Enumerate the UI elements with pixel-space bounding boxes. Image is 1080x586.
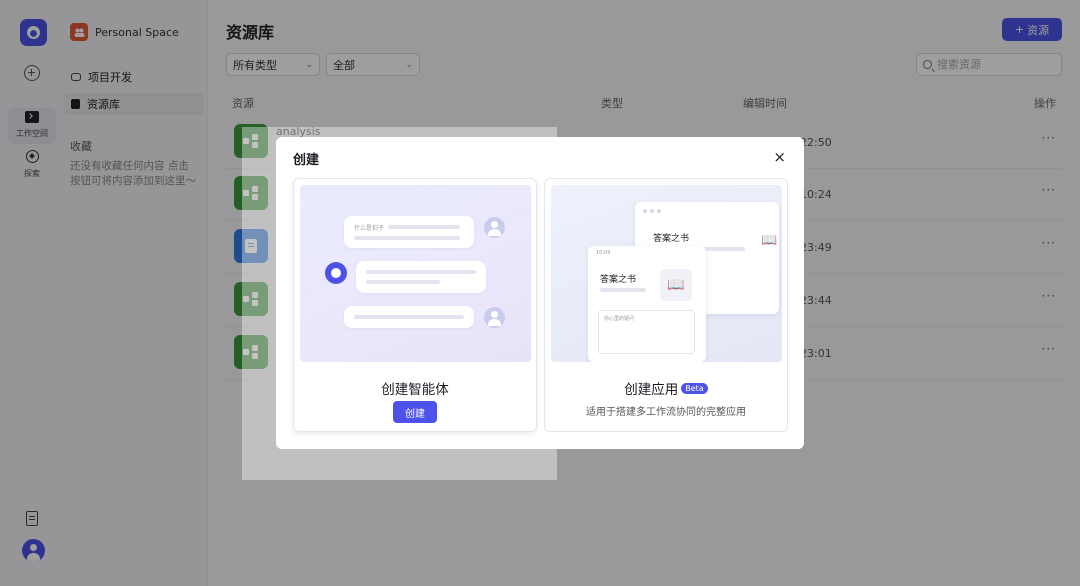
beta-badge: Beta <box>681 382 708 394</box>
app-illustration: 答案之书 📖 10:09 答案之书 📖 你心里的疑问 <box>551 185 782 362</box>
question-input-illus: 你心里的疑问 <box>598 310 695 354</box>
user-avatar-icon <box>484 217 505 238</box>
modal-title: 创建 <box>293 153 320 168</box>
question-text: 什么是扣子 <box>354 225 385 232</box>
app-card-description: 适用于搭建多工作流协同的完整应用 <box>586 407 746 418</box>
bot-avatar-icon <box>325 262 347 284</box>
followup-bubble <box>344 306 474 328</box>
agent-illustration: 什么是扣子 <box>300 185 531 362</box>
question-bubble: 什么是扣子 <box>344 216 474 248</box>
input-hint: 你心里的疑问 <box>604 316 635 322</box>
answer-bubble <box>356 261 486 293</box>
phone-time: 10:09 <box>596 250 611 256</box>
create-app-card[interactable]: 答案之书 📖 10:09 答案之书 📖 你心里的疑问 创建应用 Beta 适用于… <box>544 178 788 432</box>
agent-card-title: 创建智能体 <box>381 382 449 398</box>
close-icon[interactable]: × <box>773 148 786 166</box>
book-icon: 📖 <box>761 233 778 248</box>
create-agent-card[interactable]: 什么是扣子 创建智能体 创建 <box>293 178 537 432</box>
user-avatar-icon <box>484 307 505 328</box>
app-card-title: 创建应用 Beta <box>545 378 787 398</box>
create-modal: 创建 × 什么是扣子 创建智能体 创建 答案之书 📖 10:09 答案之书 📖 … <box>276 137 804 449</box>
book-icon: 📖 <box>660 269 692 301</box>
create-agent-button[interactable]: 创建 <box>393 401 437 423</box>
app-card-title-text: 创建应用 <box>624 382 679 398</box>
phone-window: 10:09 答案之书 📖 你心里的疑问 <box>588 246 706 362</box>
phone-title: 答案之书 <box>600 275 637 285</box>
back-window-title: 答案之书 <box>653 234 690 244</box>
